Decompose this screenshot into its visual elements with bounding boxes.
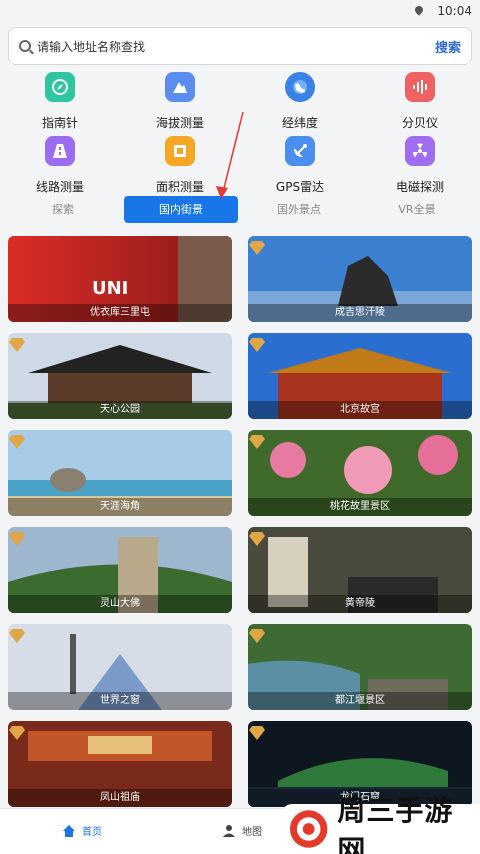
watermark-logo bbox=[289, 810, 328, 848]
card-title: 天涯海角 bbox=[8, 498, 232, 516]
card-title: 灵山大佛 bbox=[8, 595, 232, 613]
diamond-vip-icon bbox=[249, 435, 265, 449]
nav-home[interactable]: 首页 bbox=[62, 823, 102, 838]
nav-map[interactable]: 地图 bbox=[222, 823, 262, 838]
nav-home-label: 首页 bbox=[82, 827, 102, 838]
scenic-card[interactable]: 灵山大佛 bbox=[8, 527, 232, 613]
card-title: 北京故宫 bbox=[248, 401, 472, 419]
scenic-card[interactable]: 成吉思汗陵 bbox=[248, 236, 472, 322]
scenic-card[interactable]: 桃花故里景区 bbox=[248, 430, 472, 516]
diamond-vip-icon bbox=[9, 435, 25, 449]
card-title: 成吉思汗陵 bbox=[248, 304, 472, 322]
svg-text:UNI: UNI bbox=[92, 278, 128, 299]
watermark-text: 周三手游网 bbox=[337, 794, 454, 854]
diamond-vip-icon bbox=[249, 629, 265, 643]
card-title: 天心公园 bbox=[8, 401, 232, 419]
scenic-card[interactable]: 天心公园 bbox=[8, 333, 232, 419]
scenic-card[interactable]: UNI 优衣库三里屯 bbox=[8, 236, 232, 322]
scenic-card[interactable]: 黄帝陵 bbox=[248, 527, 472, 613]
diamond-vip-icon bbox=[9, 629, 25, 643]
map-icon bbox=[223, 824, 235, 837]
diamond-vip-icon bbox=[249, 532, 265, 546]
scenic-card[interactable]: 都江堰景区 bbox=[248, 624, 472, 710]
home-icon bbox=[63, 824, 75, 837]
watermark: 周三手游网 bbox=[282, 794, 480, 854]
diamond-vip-icon bbox=[249, 338, 265, 352]
diamond-vip-icon bbox=[249, 241, 265, 255]
diamond-vip-icon bbox=[9, 532, 25, 546]
scenic-card[interactable]: 世界之窗 bbox=[8, 624, 232, 710]
diamond-vip-icon bbox=[9, 726, 25, 740]
scenic-card[interactable]: 凤山祖庙 bbox=[8, 721, 232, 807]
card-title: 黄帝陵 bbox=[248, 595, 472, 613]
diamond-vip-icon bbox=[9, 338, 25, 352]
card-title: 桃花故里景区 bbox=[248, 498, 472, 516]
card-title: 优衣库三里屯 bbox=[8, 304, 232, 322]
annotation-arrow bbox=[216, 111, 244, 199]
card-title: 世界之窗 bbox=[8, 692, 232, 710]
nav-map-label: 地图 bbox=[242, 827, 262, 838]
scenic-card[interactable]: 天涯海角 bbox=[8, 430, 232, 516]
scenic-card[interactable]: 北京故宫 bbox=[248, 333, 472, 419]
diamond-vip-icon bbox=[249, 726, 265, 740]
card-title: 都江堰景区 bbox=[248, 692, 472, 710]
card-title: 凤山祖庙 bbox=[8, 789, 232, 807]
